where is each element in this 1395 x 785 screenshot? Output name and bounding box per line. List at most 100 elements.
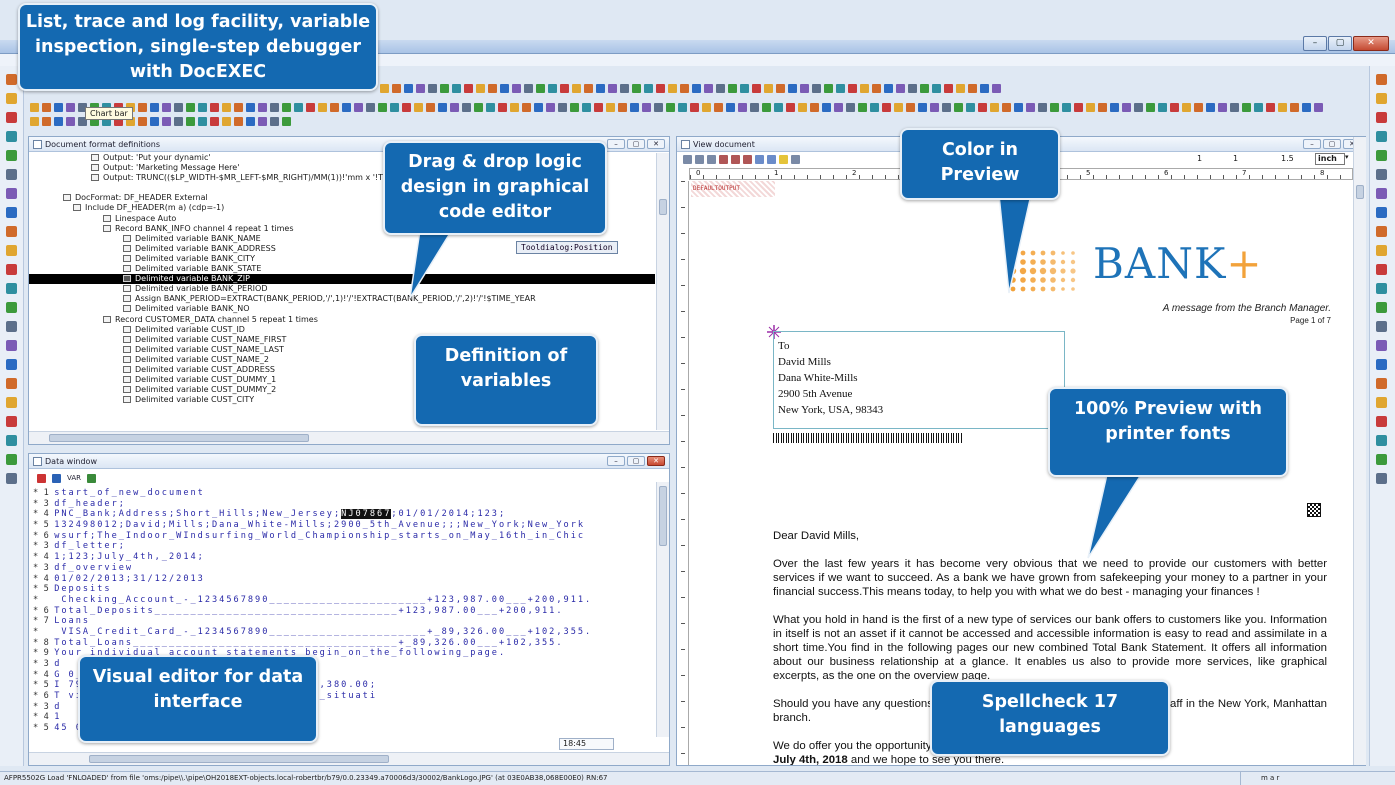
toolbar-tool-icon[interactable] (896, 84, 905, 93)
toolbar-tool-icon[interactable] (342, 103, 351, 112)
toolbar-tool-icon[interactable] (30, 103, 39, 112)
toolbar-tool-icon[interactable] (692, 84, 701, 93)
toolbar-tool-icon[interactable] (462, 103, 471, 112)
toolbar-tool-icon[interactable] (464, 84, 473, 93)
toolbar-tool-icon[interactable] (704, 84, 713, 93)
toolbar-tool-icon[interactable] (392, 84, 401, 93)
toolbar-tool-icon[interactable] (186, 117, 195, 126)
toolbar-tool-icon[interactable] (1002, 103, 1011, 112)
toolbar-tool-icon[interactable] (968, 84, 977, 93)
side-tool-icon[interactable] (6, 302, 17, 313)
toolbar-tool-icon[interactable] (920, 84, 929, 93)
side-tool-icon[interactable] (1376, 112, 1387, 123)
toolbar-tool-icon[interactable] (402, 103, 411, 112)
toolbar-tool-icon[interactable] (632, 84, 641, 93)
data-line[interactable]: * 1 start_of_new_document (33, 488, 653, 499)
side-tool-icon[interactable] (1376, 74, 1387, 85)
toolbar-tool-icon[interactable] (306, 103, 315, 112)
print-icon[interactable] (767, 155, 776, 164)
zoom-box-icon[interactable] (743, 155, 752, 164)
side-tool-icon[interactable] (1376, 226, 1387, 237)
toolbar-tool-icon[interactable] (174, 117, 183, 126)
side-tool-icon[interactable] (1376, 245, 1387, 256)
toolbar-tool-icon[interactable] (234, 117, 243, 126)
toolbar-tool-icon[interactable] (620, 84, 629, 93)
toolbar-tool-icon[interactable] (474, 103, 483, 112)
fit-page-icon[interactable] (683, 155, 692, 164)
definitions-close-button[interactable]: ✕ (647, 139, 665, 149)
toolbar-tool-icon[interactable] (416, 84, 425, 93)
data-vscroll[interactable] (656, 482, 669, 737)
data-line[interactable]: * 4 1;123;July_4th,_2014; (33, 552, 653, 563)
toolbar-tool-icon[interactable] (680, 84, 689, 93)
definitions-minimize-button[interactable]: – (607, 139, 625, 149)
toolbar-tool-icon[interactable] (546, 103, 555, 112)
side-tool-icon[interactable] (1376, 454, 1387, 465)
toolbar-tool-icon[interactable] (594, 103, 603, 112)
data-line[interactable]: * 5 Deposits (33, 584, 653, 595)
side-tool-icon[interactable] (6, 93, 17, 104)
toolbar-tool-icon[interactable] (476, 84, 485, 93)
toolbar-tool-icon[interactable] (1218, 103, 1227, 112)
zoom-in-icon[interactable] (719, 155, 728, 164)
toolbar-tool-icon[interactable] (630, 103, 639, 112)
settings-icon[interactable] (791, 155, 800, 164)
toolbar-tool-icon[interactable] (596, 84, 605, 93)
toolbar-tool-icon[interactable] (42, 103, 51, 112)
data-maximize-button[interactable]: ▢ (627, 456, 645, 466)
unit-select[interactable]: inch (1315, 153, 1345, 165)
tree-item[interactable]: Record CUSTOMER_DATA channel 5 repeat 1 … (29, 315, 655, 325)
toolbar-tool-icon[interactable] (150, 103, 159, 112)
toolbar-tool-icon[interactable] (978, 103, 987, 112)
side-tool-icon[interactable] (6, 340, 17, 351)
toolbar-tool-icon[interactable] (66, 103, 75, 112)
toolbar-tool-icon[interactable] (1062, 103, 1071, 112)
side-tool-icon[interactable] (6, 283, 17, 294)
toolbar-tool-icon[interactable] (560, 84, 569, 93)
toolbar-tool-icon[interactable] (764, 84, 773, 93)
toolbar-tool-icon[interactable] (1242, 103, 1251, 112)
toolbar-tool-icon[interactable] (690, 103, 699, 112)
toolbar-tool-icon[interactable] (150, 117, 159, 126)
side-tool-icon[interactable] (6, 359, 17, 370)
toolbar-tool-icon[interactable] (390, 103, 399, 112)
side-tool-icon[interactable] (6, 378, 17, 389)
unit-dropdown-icon[interactable]: ▾ (1345, 153, 1349, 161)
toolbar-tool-icon[interactable] (488, 84, 497, 93)
side-tool-icon[interactable] (1376, 264, 1387, 275)
toolbar-tool-icon[interactable] (666, 103, 675, 112)
toolbar-tool-icon[interactable] (606, 103, 615, 112)
view-maximize-button[interactable]: ▢ (1323, 139, 1341, 149)
toolbar-tool-icon[interactable] (1158, 103, 1167, 112)
side-tool-icon[interactable] (6, 188, 17, 199)
toolbar-tool-icon[interactable] (714, 103, 723, 112)
toolbar-tool-icon[interactable] (330, 103, 339, 112)
toolbar-tool-icon[interactable] (558, 103, 567, 112)
toolbar-tool-icon[interactable] (1122, 103, 1131, 112)
toolbar-tool-icon[interactable] (210, 103, 219, 112)
side-tool-icon[interactable] (1376, 473, 1387, 484)
toolbar-tool-icon[interactable] (198, 103, 207, 112)
toolbar-tool-icon[interactable] (54, 103, 63, 112)
toolbar-tool-icon[interactable] (812, 84, 821, 93)
toolbar-tool-icon[interactable] (992, 84, 1001, 93)
side-tool-icon[interactable] (6, 397, 17, 408)
toolbar-tool-icon[interactable] (980, 84, 989, 93)
data-line[interactable]: * 3 df_header; (33, 499, 653, 510)
toolbar-tool-icon[interactable] (222, 103, 231, 112)
side-tool-icon[interactable] (6, 226, 17, 237)
side-tool-icon[interactable] (6, 321, 17, 332)
toolbar-tool-icon[interactable] (282, 103, 291, 112)
toolbar-tool-icon[interactable] (644, 84, 653, 93)
toolbar-tool-icon[interactable] (872, 84, 881, 93)
toolbar-tool-icon[interactable] (486, 103, 495, 112)
toolbar-tool-icon[interactable] (774, 103, 783, 112)
toolbar-tool-icon[interactable] (270, 103, 279, 112)
tree-item[interactable]: Delimited variable BANK_ZIP (29, 274, 655, 285)
toolbar-tool-icon[interactable] (536, 84, 545, 93)
toolbar-tool-icon[interactable] (452, 84, 461, 93)
data-line[interactable]: * Checking_Account_-_1234567890_________… (33, 595, 653, 606)
toolbar-tool-icon[interactable] (608, 84, 617, 93)
data-close-button[interactable]: ✕ (647, 456, 665, 466)
definitions-vscroll[interactable] (656, 153, 669, 430)
